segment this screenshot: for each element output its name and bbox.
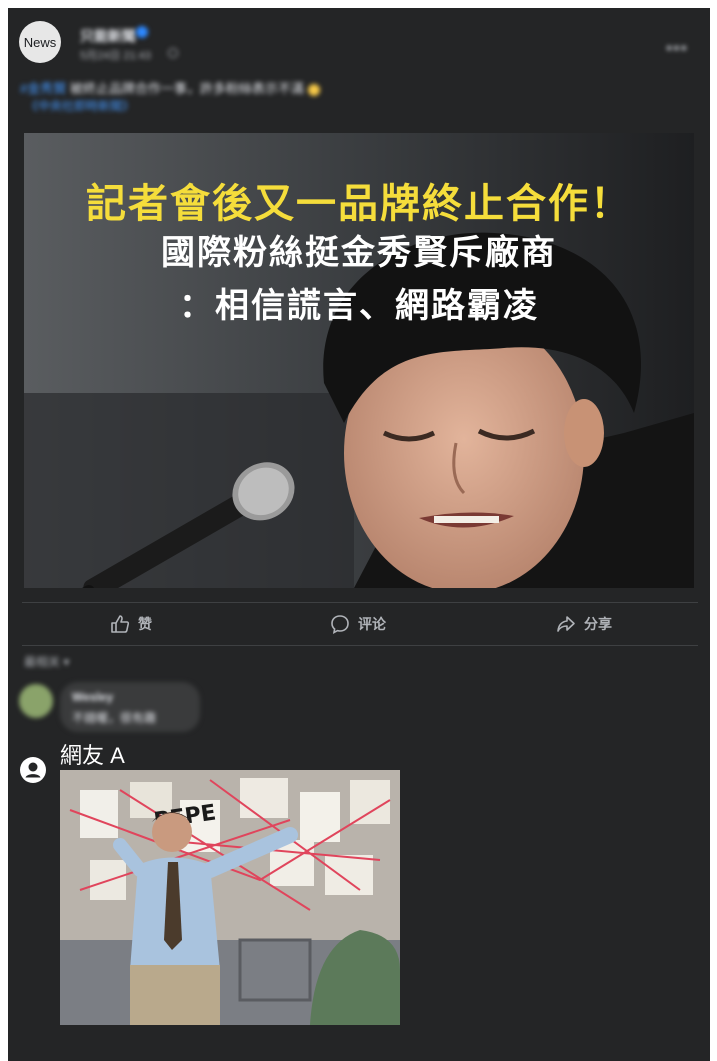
like-button[interactable]: 赞 xyxy=(110,603,152,645)
caption-hashtag[interactable]: #金秀賢 xyxy=(20,81,66,96)
caption-text: 被終止品牌合作一事，許多粉絲表示不滿 xyxy=(69,81,304,96)
avatar-text: News xyxy=(23,34,57,50)
post-action-bar: 赞 评论 分享 xyxy=(22,602,698,646)
more-options-icon[interactable]: ••• xyxy=(666,38,688,59)
image-headline-line3: ：相信謊言、網路霸凌 xyxy=(179,287,539,325)
image-headline-line1: 記者會後又一品牌終止合作！ xyxy=(86,182,632,226)
page-name[interactable]: 只能新聞 xyxy=(80,26,136,46)
conspiracy-board-illustration: PEPE xyxy=(60,770,400,1025)
share-button[interactable]: 分享 xyxy=(556,603,612,645)
post-image[interactable]: 記者會後又一品牌終止合作！ 國際粉絲挺金秀賢斥廠商 ：相信謊言、網路霸凌 xyxy=(24,133,694,588)
commenter-name[interactable]: Wesley xyxy=(72,690,113,704)
verified-badge-icon xyxy=(136,26,148,38)
reply-author-name[interactable]: 網友 A xyxy=(60,738,125,770)
comment-bubble-icon xyxy=(331,615,349,634)
thumbs-up-icon xyxy=(111,615,130,633)
comment-label: 评论 xyxy=(358,616,386,632)
like-label: 赞 xyxy=(138,616,152,632)
reply-meme-image[interactable]: PEPE xyxy=(60,770,400,1025)
post-header: News 只能新聞 5月24日 21:43 ••• #金秀賢 被終止品牌合作一事… xyxy=(8,8,710,120)
comment-bubble: Wesley 不錯喔，很有趣 xyxy=(60,682,200,732)
user-avatar-icon xyxy=(20,757,46,783)
comment-button[interactable]: 评论 xyxy=(330,603,386,645)
share-label: 分享 xyxy=(584,616,612,632)
share-arrow-icon xyxy=(557,616,575,632)
facebook-post-screenshot: News 只能新聞 5月24日 21:43 ••• #金秀賢 被終止品牌合作一事… xyxy=(8,8,710,1061)
globe-icon xyxy=(168,48,178,58)
caption-source[interactable]: 《中央社即時新聞》 xyxy=(26,97,134,114)
post-caption: #金秀賢 被終止品牌合作一事，許多粉絲表示不滿 xyxy=(20,78,680,97)
commenter-avatar[interactable] xyxy=(19,684,53,718)
comment-text: 不錯喔，很有趣 xyxy=(72,711,157,725)
page-avatar[interactable]: News xyxy=(19,21,61,63)
image-headline-line2: 國際粉絲挺金秀賢斥廠商 xyxy=(161,234,557,272)
comment-sort-dropdown[interactable]: 最相关 ▾ xyxy=(24,653,69,670)
emoji-icon xyxy=(307,83,320,96)
post-timestamp[interactable]: 5月24日 21:43 xyxy=(80,47,151,63)
